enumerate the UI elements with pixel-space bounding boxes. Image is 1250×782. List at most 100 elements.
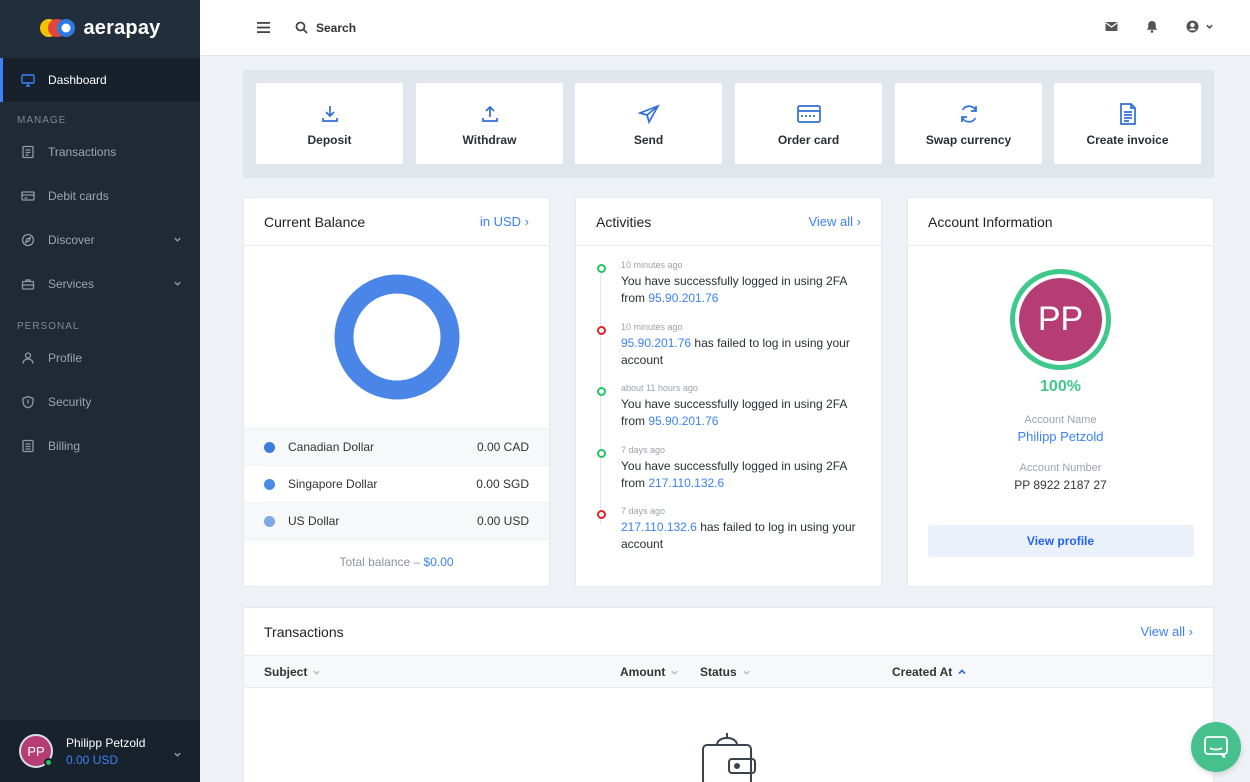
action-label: Swap currency <box>925 132 1012 147</box>
mail-icon[interactable] <box>1105 21 1118 32</box>
account-number-label: Account Number <box>1019 462 1102 474</box>
sidebar-item-security[interactable]: Security <box>0 380 200 424</box>
logo[interactable]: aerapay <box>0 0 200 56</box>
view-profile-button[interactable]: View profile <box>927 525 1194 557</box>
ip-link[interactable]: 95.90.201.76 <box>648 291 718 305</box>
card-title: Account Information <box>928 213 1053 230</box>
balance-card: Current Balance in USD › Canadian Dollar… <box>243 197 550 587</box>
account-name[interactable]: Philipp Petzold <box>1018 429 1104 444</box>
activity-list: 10 minutes ago You have successfully log… <box>576 246 881 568</box>
total-balance-value: $0.00 <box>423 555 454 569</box>
currency-value: 0.00 USD <box>476 514 529 528</box>
topbar: Search <box>200 0 1250 56</box>
user-circle-icon <box>1186 20 1199 33</box>
balance-row: Canadian Dollar 0.00 CAD <box>244 428 549 465</box>
card-title: Current Balance <box>264 213 366 230</box>
currency-value: 0.00 SGD <box>476 477 529 491</box>
chevron-down-icon <box>173 233 182 247</box>
column-label: Amount <box>620 665 666 679</box>
sidebar-item-dashboard[interactable]: Dashboard <box>0 58 200 102</box>
search-icon <box>295 21 308 34</box>
currency-dot <box>264 478 275 490</box>
currency-link[interactable]: in USD › <box>480 214 529 229</box>
activity-item: 7 days ago You have successfully logged … <box>596 445 861 507</box>
briefcase-icon <box>20 276 36 292</box>
order-card-button[interactable]: Order card <box>735 83 882 164</box>
section-label-manage: MANAGE <box>17 115 67 126</box>
document-icon <box>1119 101 1137 127</box>
avatar-initials: PP <box>27 743 45 759</box>
sidebar-item-label: Services <box>48 277 95 291</box>
profile-completion-ring: PP <box>1010 269 1111 370</box>
account-name-label: Account Name <box>1024 414 1097 426</box>
chat-button[interactable] <box>1191 722 1241 772</box>
action-label: Withdraw <box>462 132 517 147</box>
success-marker <box>597 448 606 458</box>
donut-chart <box>334 274 459 400</box>
ip-link[interactable]: 217.110.132.6 <box>648 476 724 490</box>
chevron-down-icon <box>671 670 679 675</box>
deposit-button[interactable]: Deposit <box>256 83 403 164</box>
column-header-amount[interactable]: Amount <box>620 665 679 679</box>
swap-currency-button[interactable]: Swap currency <box>895 83 1042 164</box>
view-all-activities-link[interactable]: View all › <box>808 214 861 229</box>
sidebar-item-label: Profile <box>48 351 83 365</box>
sidebar-item-discover[interactable]: Discover <box>0 218 200 262</box>
ip-link[interactable]: 95.90.201.76 <box>621 336 691 350</box>
sidebar-item-transactions[interactable]: Transactions <box>0 130 200 174</box>
column-header-created-at[interactable]: Created At <box>892 665 967 679</box>
chevron-down-icon <box>743 670 750 675</box>
sidebar: aerapay Dashboard MANAGE Transactions De… <box>0 0 200 782</box>
sidebar-item-debit-cards[interactable]: Debit cards <box>0 174 200 218</box>
avatar: PP <box>19 734 53 768</box>
chevron-down-icon[interactable] <box>173 746 182 764</box>
activity-time: about 11 hours ago <box>621 383 698 393</box>
sidebar-item-label: Security <box>48 395 92 409</box>
logo-text: aerapay <box>83 16 161 39</box>
view-all-transactions-link[interactable]: View all › <box>1140 624 1193 639</box>
column-header-subject[interactable]: Subject <box>264 665 321 679</box>
sidebar-item-profile[interactable]: Profile <box>0 336 200 380</box>
sidebar-item-label: Discover <box>48 233 95 247</box>
activity-text: 95.90.201.76 has failed to log in using … <box>621 335 861 369</box>
bell-icon[interactable] <box>1146 20 1158 33</box>
activity-text: You have successfully logged in using 2F… <box>621 396 861 430</box>
activity-text: 217.110.132.6 has failed to log in using… <box>621 519 861 553</box>
action-label: Deposit <box>307 132 352 147</box>
sidebar-item-label: Billing <box>48 439 81 453</box>
sidebar-item-billing[interactable]: Billing <box>0 424 200 468</box>
activity-item: 7 days ago 217.110.132.6 has failed to l… <box>596 506 861 568</box>
action-label: Order card <box>777 132 840 147</box>
ip-link[interactable]: 217.110.132.6 <box>621 520 697 534</box>
logo-icon <box>39 17 77 39</box>
sidebar-item-services[interactable]: Services <box>0 262 200 306</box>
send-button[interactable]: Send <box>575 83 722 164</box>
currency-name: Singapore Dollar <box>288 477 378 491</box>
chevron-up-icon <box>958 669 966 675</box>
menu-icon[interactable] <box>255 20 271 36</box>
chat-icon <box>1204 736 1228 758</box>
balance-row: Singapore Dollar 0.00 SGD <box>244 465 549 502</box>
monitor-icon <box>20 72 36 88</box>
sidebar-user[interactable]: PP Philipp Petzold 0.00 USD <box>0 720 200 782</box>
transactions-card: Transactions View all › Subject Amount S… <box>243 607 1214 782</box>
search-label: Search <box>316 20 357 35</box>
search-button[interactable]: Search <box>295 21 356 35</box>
chevron-down-icon <box>173 277 182 291</box>
refresh-icon <box>958 101 980 127</box>
total-balance: Total balance – $0.00 <box>244 539 549 583</box>
withdraw-button[interactable]: Withdraw <box>416 83 563 164</box>
sidebar-item-label: Transactions <box>48 145 117 159</box>
chevron-down-icon <box>313 670 321 675</box>
action-label: Create invoice <box>1086 132 1169 147</box>
column-header-status[interactable]: Status <box>700 665 751 679</box>
currency-dot <box>264 441 275 453</box>
card-title: Transactions <box>264 623 344 640</box>
account-menu[interactable] <box>1186 20 1214 33</box>
create-invoice-button[interactable]: Create invoice <box>1054 83 1201 164</box>
table-header: Subject Amount Status Created At <box>244 656 1213 688</box>
ip-link[interactable]: 95.90.201.76 <box>648 414 718 428</box>
activity-time: 10 minutes ago <box>621 321 683 332</box>
paper-plane-icon <box>637 101 660 127</box>
activity-item: 10 minutes ago 95.90.201.76 has failed t… <box>596 322 861 384</box>
